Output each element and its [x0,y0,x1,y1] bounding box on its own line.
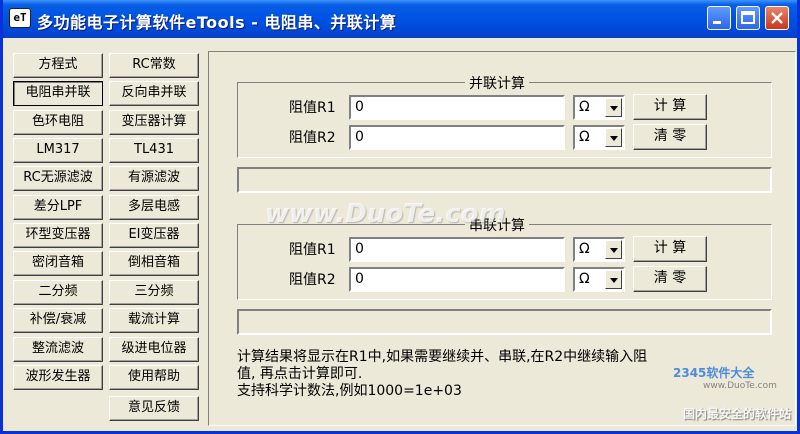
help-text-line-3: 支持科学计数法,例如1000=1e+03 [237,383,462,399]
parallel-group-title: 并联计算 [465,73,529,93]
sidebar-button-transformer-calc[interactable]: 变压器计算 [109,110,199,135]
sidebar-button-stepped-potentiometer[interactable]: 级进电位器 [109,337,199,362]
sidebar-button-two-way-crossover[interactable]: 二分频 [13,280,103,305]
series-group-title: 串联计算 [465,215,529,235]
sidebar-button-equation[interactable]: 方程式 [13,53,103,78]
sidebar-button-current-capacity[interactable]: 载流计算 [109,308,199,333]
close-icon [771,12,783,24]
minimize-button[interactable] [707,6,731,30]
minimize-icon [713,21,721,24]
series-r2-unit-select[interactable]: Ω [573,267,625,292]
series-r1-input[interactable]: 0 [349,237,565,262]
chevron-down-icon[interactable] [605,240,622,259]
sidebar-button-differential-lpf[interactable]: 差分LPF [13,195,103,220]
sidebar-button-rectifier-filter[interactable]: 整流滤波 [13,337,103,362]
title-bar[interactable]: eT 多功能电子计算软件eTools - 电阻串、并联计算 [3,0,797,38]
close-button[interactable] [765,6,789,30]
chevron-down-icon[interactable] [605,128,622,147]
sidebar-button-reverse-series-parallel[interactable]: 反向串并联 [109,81,199,106]
sidebar-button-active-filter[interactable]: 有源滤波 [109,166,199,191]
series-r1-unit-value: Ω [579,241,590,257]
series-r1-unit-select[interactable]: Ω [573,237,625,262]
parallel-r2-input[interactable]: 0 [349,125,565,150]
sidebar-button-help[interactable]: 使用帮助 [109,365,199,390]
sidebar-button-feedback[interactable]: 意见反馈 [109,396,199,421]
sidebar-button-resistor-series-parallel[interactable]: 电阻串并联 [13,81,103,106]
sidebar-button-ei-transformer[interactable]: EI变压器 [109,223,199,248]
sidebar-button-sealed-box[interactable]: 密闭音箱 [13,251,103,276]
series-calc-button[interactable]: 计 算 [633,236,707,262]
sidebar-button-waveform-generator[interactable]: 波形发生器 [13,365,103,390]
app-icon: eT [9,8,31,28]
sidebar-button-compensation-attenuation[interactable]: 补偿/衰减 [13,308,103,333]
sidebar-button-lm317[interactable]: LM317 [13,138,103,163]
app-window: eT 多功能电子计算软件eTools - 电阻串、并联计算 方程式 电阻串并联 … [0,0,800,434]
help-text-line-2: 值, 再点击计算即可. [237,366,363,382]
series-r2-label: 阻值R2 [289,272,336,288]
maximize-button[interactable] [736,6,760,30]
maximize-icon [741,11,755,24]
parallel-result-field [237,167,772,193]
sidebar-button-tl431[interactable]: TL431 [109,138,199,163]
series-r2-unit-value: Ω [579,271,590,287]
window-title: 多功能电子计算软件eTools - 电阻串、并联计算 [37,13,397,32]
parallel-clear-button[interactable]: 清 零 [633,124,707,150]
parallel-r1-unit-value: Ω [579,99,590,115]
parallel-r2-unit-value: Ω [579,129,590,145]
chevron-down-icon[interactable] [605,270,622,289]
chevron-down-icon[interactable] [605,98,622,117]
series-clear-button[interactable]: 清 零 [633,266,707,292]
sidebar-button-bass-reflex-box[interactable]: 倒相音箱 [109,251,199,276]
sidebar-button-three-way-crossover[interactable]: 三分频 [109,280,199,305]
series-r2-input[interactable]: 0 [349,267,565,292]
parallel-r1-unit-select[interactable]: Ω [573,95,625,120]
parallel-r2-label: 阻值R2 [289,130,336,146]
sidebar-button-rc-constant[interactable]: RC常数 [109,53,199,78]
sidebar-button-toroidal-transformer[interactable]: 环型变压器 [13,223,103,248]
parallel-r1-label: 阻值R1 [289,100,336,116]
help-text-line-1: 计算结果将显示在R1中,如果需要继续并、串联,在R2中继续输入阻 [237,349,648,365]
sidebar-button-rc-passive-filter[interactable]: RC无源滤波 [13,166,103,191]
parallel-r2-unit-select[interactable]: Ω [573,125,625,150]
parallel-r1-input[interactable]: 0 [349,95,565,120]
series-result-field [237,309,772,335]
sidebar-button-color-ring-resistor[interactable]: 色环电阻 [13,110,103,135]
parallel-calc-button[interactable]: 计 算 [633,94,707,120]
sidebar-button-multilayer-inductor[interactable]: 多层电感 [109,195,199,220]
series-r1-label: 阻值R1 [289,242,336,258]
